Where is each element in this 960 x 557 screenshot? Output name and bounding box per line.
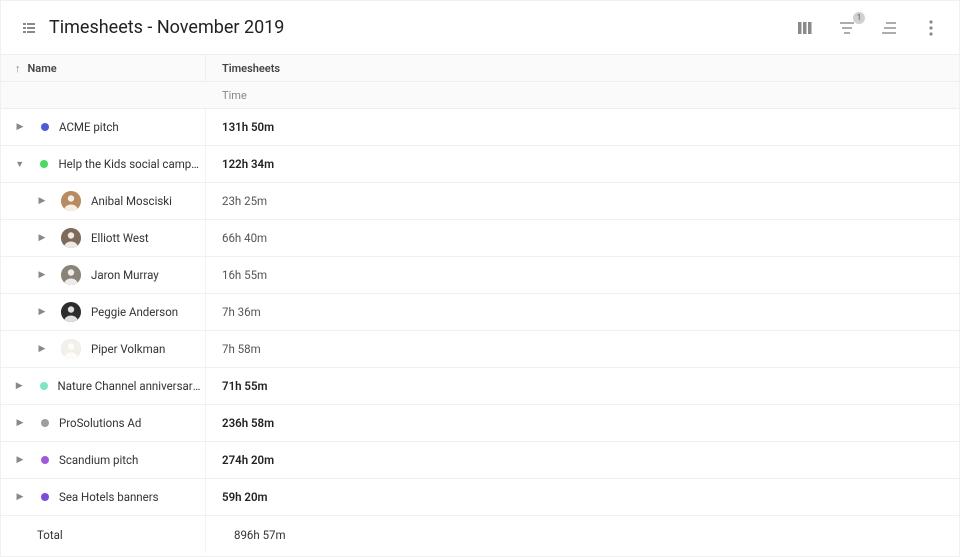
member-row[interactable]: ▶ Peggie Anderson 7h 36m xyxy=(1,294,959,331)
project-name: Sea Hotels banners xyxy=(59,490,159,504)
filter-icon[interactable]: 1 xyxy=(833,14,861,42)
list-view-icon[interactable] xyxy=(15,14,43,42)
project-name: Nature Channel anniversary cam… xyxy=(58,379,206,393)
avatar xyxy=(61,302,81,322)
project-color-dot xyxy=(40,160,48,168)
project-name: Scandium pitch xyxy=(59,453,138,467)
member-name: Elliott West xyxy=(91,231,149,245)
project-time: 131h 50m xyxy=(206,109,959,145)
column-header-name-label: Name xyxy=(28,62,57,75)
expand-toggle-icon[interactable]: ▶ xyxy=(15,492,25,502)
page-header: Timesheets - November 2019 1 xyxy=(1,1,959,55)
table-body: ▶ ACME pitch 131h 50m ▼ Help the Kids social… xyxy=(1,109,959,516)
member-row[interactable]: ▶ Anibal Mosciski 23h 25m xyxy=(1,183,959,220)
project-row[interactable]: ▶ ACME pitch 131h 50m xyxy=(1,109,959,146)
avatar xyxy=(61,265,81,285)
column-header-name[interactable]: ↑ Name xyxy=(1,55,206,81)
expand-toggle-icon[interactable]: ▶ xyxy=(37,196,47,206)
project-row[interactable]: ▼ Help the Kids social campaign122h 34m xyxy=(1,146,959,183)
project-name: ProSolutions Ad xyxy=(59,416,141,430)
more-menu-icon[interactable] xyxy=(917,14,945,42)
expand-toggle-icon[interactable]: ▶ xyxy=(15,455,25,465)
expand-toggle-icon[interactable]: ▼ xyxy=(15,159,24,170)
expand-toggle-icon[interactable]: ▶ xyxy=(37,307,47,317)
avatar xyxy=(61,339,81,359)
sort-icon[interactable] xyxy=(875,14,903,42)
project-time: 59h 20m xyxy=(206,479,959,515)
columns-icon[interactable] xyxy=(791,14,819,42)
header-actions: 1 xyxy=(791,14,945,42)
table-subheader: Time xyxy=(1,82,959,109)
column-header-timesheets-label: Timesheets xyxy=(222,62,280,75)
project-color-dot xyxy=(41,419,49,427)
expand-toggle-icon[interactable]: ▶ xyxy=(15,418,25,428)
member-name: Piper Volkman xyxy=(91,342,165,356)
member-time: 66h 40m xyxy=(206,220,959,256)
project-row[interactable]: ▶ Nature Channel anniversary cam…71h 55m xyxy=(1,368,959,405)
project-time: 274h 20m xyxy=(206,442,959,478)
member-name: Anibal Mosciski xyxy=(91,194,172,208)
total-label: Total xyxy=(1,516,206,553)
project-row[interactable]: ▶ Sea Hotels banners 59h 20m xyxy=(1,479,959,516)
app-window: Timesheets - November 2019 1 ↑ Name Time… xyxy=(0,0,960,557)
column-header-time[interactable]: Time xyxy=(206,89,959,102)
column-header-time-label: Time xyxy=(222,89,247,102)
member-row[interactable]: ▶ Jaron Murray 16h 55m xyxy=(1,257,959,294)
member-name: Peggie Anderson xyxy=(91,305,178,319)
project-color-dot xyxy=(40,382,48,390)
avatar xyxy=(61,228,81,248)
project-color-dot xyxy=(41,493,49,501)
project-name: ACME pitch xyxy=(59,120,119,134)
member-time: 16h 55m xyxy=(206,257,959,293)
project-row[interactable]: ▶ Scandium pitch 274h 20m xyxy=(1,442,959,479)
expand-toggle-icon[interactable]: ▶ xyxy=(15,122,25,132)
member-time: 7h 36m xyxy=(206,294,959,330)
page-title: Timesheets - November 2019 xyxy=(49,17,284,38)
project-time: 71h 55m xyxy=(206,368,959,404)
member-name: Jaron Murray xyxy=(91,268,159,282)
table-header: ↑ Name Timesheets xyxy=(1,55,959,82)
project-time: 236h 58m xyxy=(206,405,959,441)
avatar xyxy=(61,191,81,211)
project-color-dot xyxy=(41,123,49,131)
total-time: 896h 57m xyxy=(206,516,959,553)
total-row: Total 896h 57m xyxy=(1,516,959,553)
member-row[interactable]: ▶ Piper Volkman 7h 58m xyxy=(1,331,959,368)
expand-toggle-icon[interactable]: ▶ xyxy=(37,270,47,280)
column-header-timesheets[interactable]: Timesheets xyxy=(206,55,959,81)
project-color-dot xyxy=(41,456,49,464)
project-name: Help the Kids social campaign xyxy=(58,157,205,171)
filter-badge: 1 xyxy=(853,12,865,24)
member-row[interactable]: ▶ Elliott West 66h 40m xyxy=(1,220,959,257)
expand-toggle-icon[interactable]: ▶ xyxy=(15,381,24,391)
member-time: 7h 58m xyxy=(206,331,959,367)
expand-toggle-icon[interactable]: ▶ xyxy=(37,233,47,243)
expand-toggle-icon[interactable]: ▶ xyxy=(37,344,47,354)
member-time: 23h 25m xyxy=(206,183,959,219)
sort-asc-icon: ↑ xyxy=(15,62,21,75)
project-time: 122h 34m xyxy=(206,146,959,182)
project-row[interactable]: ▶ ProSolutions Ad 236h 58m xyxy=(1,405,959,442)
